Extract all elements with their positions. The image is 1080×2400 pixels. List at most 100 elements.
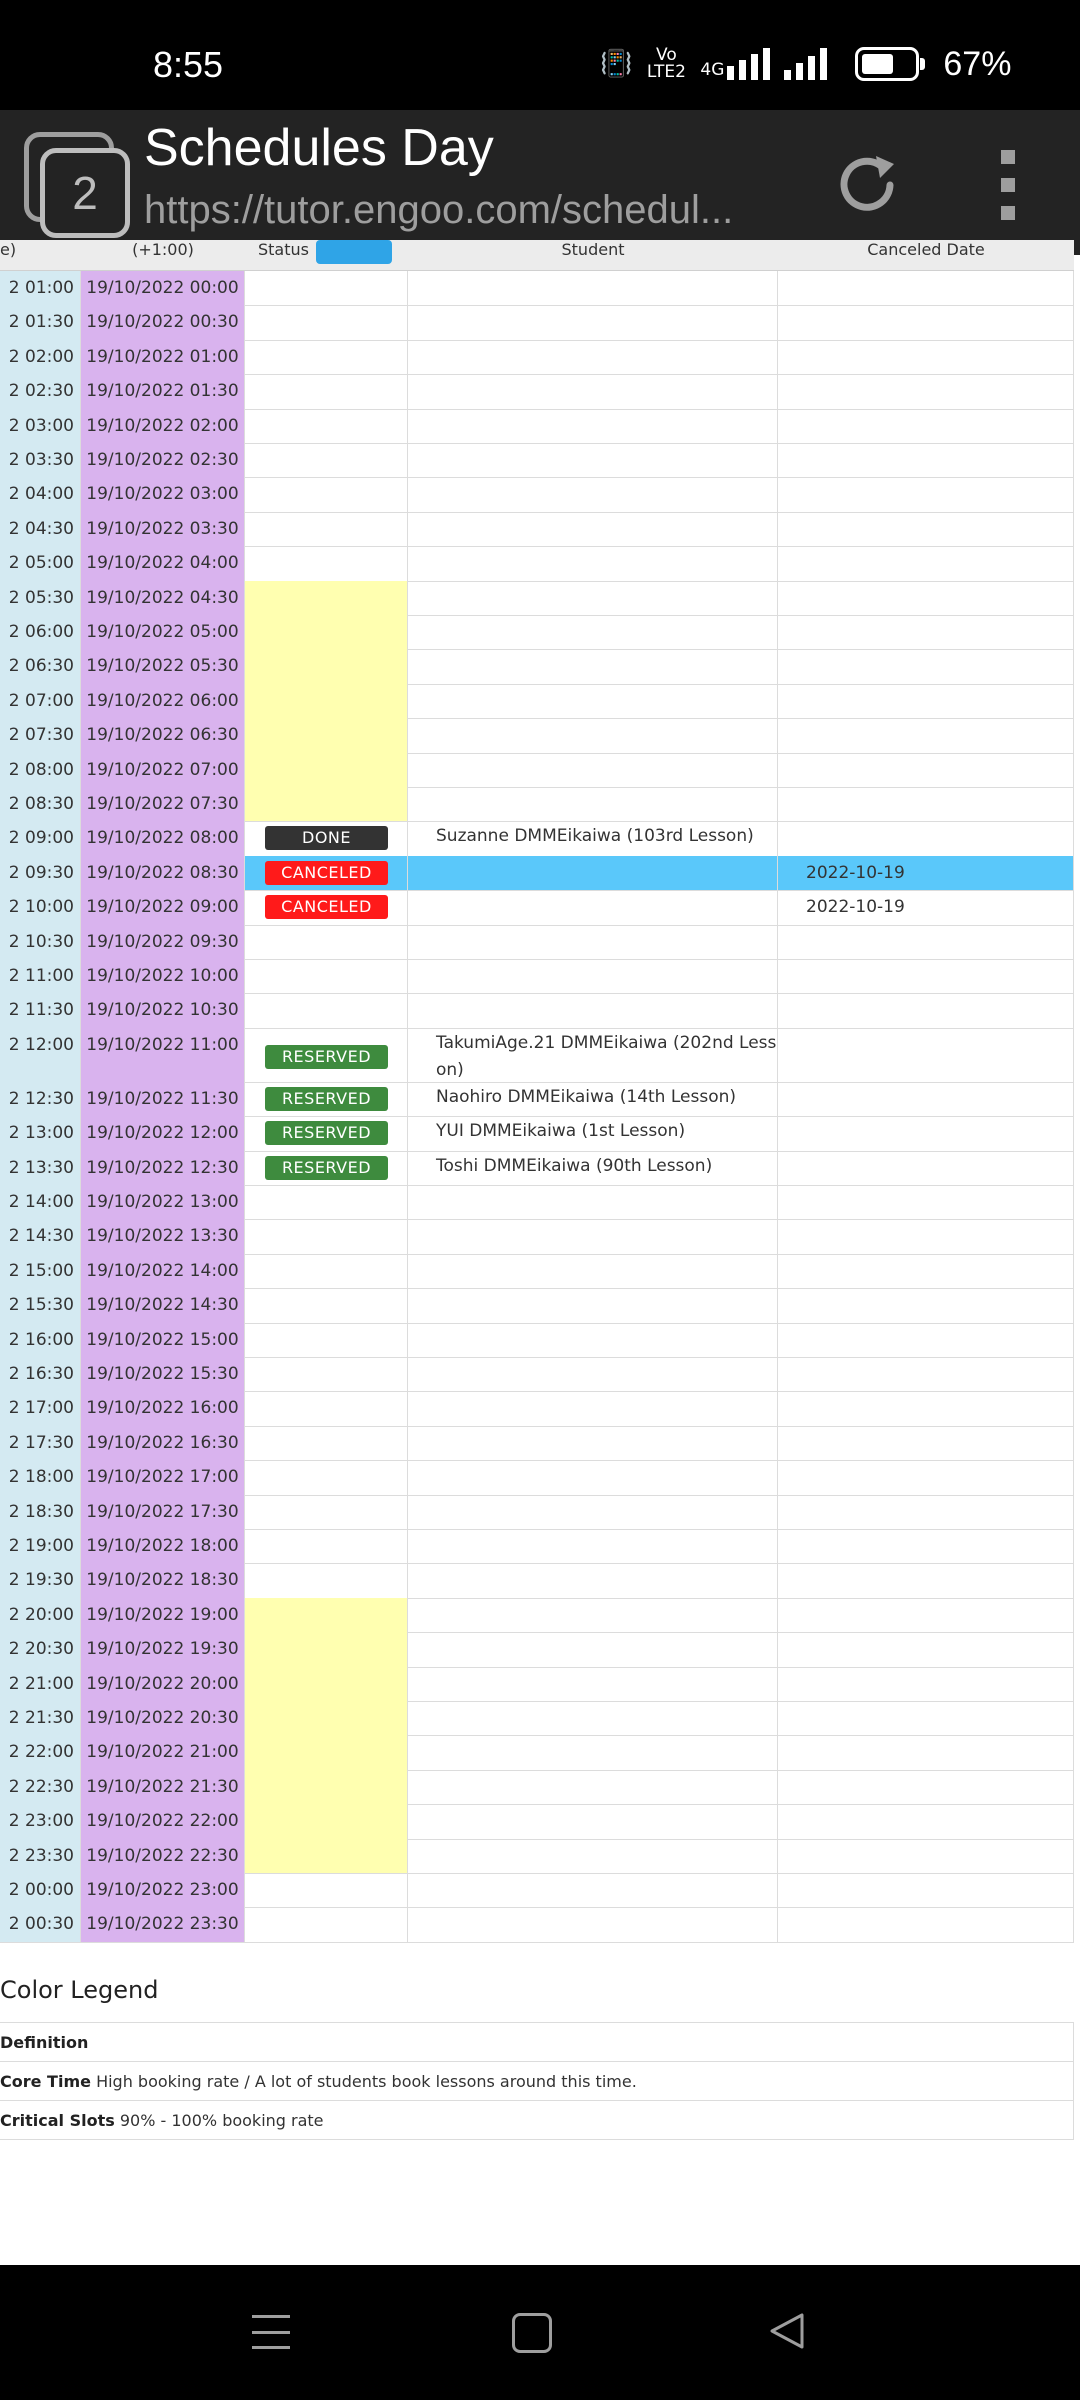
jst-time-cell-text: 19/10/2022 23:30 — [86, 1914, 239, 1935]
local-time-cell: 2 15:30 — [0, 1288, 81, 1323]
table-row[interactable]: 2 19:30 19/10/2022 18:30 — [0, 1563, 1074, 1599]
table-row[interactable]: 2 17:30 19/10/2022 16:30 — [0, 1425, 1074, 1462]
local-time-cell-text: 2 17:30 — [8, 1432, 74, 1453]
status-badge[interactable]: RESERVED — [265, 1155, 388, 1180]
local-time-cell: 2 22:30 — [0, 1769, 81, 1805]
url-bar[interactable]: https://tutor.engoo.com/schedul... — [144, 188, 784, 233]
canceled-date-cell-text — [806, 1028, 1073, 1036]
canceled-date-cell-text — [806, 1701, 1073, 1709]
status-badge[interactable]: RESERVED — [265, 1086, 388, 1111]
jst-time-cell: 19/10/2022 05:00 — [81, 615, 245, 650]
student-name[interactable]: YUI DMMEikaiwa (1st Lesson) — [436, 1116, 777, 1145]
table-row[interactable]: 2 20:00 19/10/2022 19:00 — [0, 1597, 1074, 1634]
table-row[interactable]: 2 14:30 19/10/2022 13:30 — [0, 1219, 1074, 1255]
table-row[interactable]: 2 21:30 19/10/2022 20:30 — [0, 1701, 1074, 1737]
table-row[interactable]: 2 00:00 19/10/2022 23:00 — [0, 1873, 1074, 1909]
table-row[interactable]: 2 07:00 19/10/2022 06:00 — [0, 683, 1074, 720]
table-row[interactable]: 2 08:00 19/10/2022 07:00 — [0, 752, 1074, 788]
table-row[interactable]: 2 18:30 19/10/2022 17:30 — [0, 1494, 1074, 1530]
back-icon[interactable] — [768, 2311, 808, 2351]
student-cell — [408, 1460, 778, 1495]
jst-time-cell-text: 19/10/2022 01:00 — [86, 346, 239, 367]
table-row[interactable]: 2 10:00 19/10/2022 09:00 CANCELED 2022-10-1… — [0, 890, 1074, 926]
jst-time-cell: 19/10/2022 07:00 — [81, 752, 245, 787]
local-time-cell: 2 21:30 — [0, 1701, 81, 1736]
table-row[interactable]: 2 09:30 19/10/2022 08:30 CANCELED 2022-10-1… — [0, 855, 1074, 892]
status-badge[interactable]: RESERVED — [265, 1121, 388, 1146]
table-row[interactable]: 2 07:30 19/10/2022 06:30 — [0, 718, 1074, 754]
table-row[interactable]: 2 16:00 19/10/2022 15:00 — [0, 1322, 1074, 1358]
table-row[interactable]: 2 22:30 19/10/2022 21:30 — [0, 1769, 1074, 1806]
table-row[interactable]: 2 17:00 19/10/2022 16:00 — [0, 1391, 1074, 1427]
table-row[interactable]: 2 06:00 19/10/2022 05:00 — [0, 615, 1074, 651]
student-name[interactable]: Suzanne DMMEikaiwa (103rd Lesson) — [436, 821, 777, 850]
table-row[interactable]: 2 00:30 19/10/2022 23:30 — [0, 1907, 1074, 1943]
table-row[interactable]: 2 05:00 19/10/2022 04:00 — [0, 546, 1074, 582]
student-name — [436, 890, 777, 892]
local-time-cell-text: 2 04:00 — [8, 484, 74, 505]
table-row[interactable]: 2 09:00 19/10/2022 08:00 DONE Suzanne DMMEi… — [0, 821, 1074, 857]
table-row[interactable]: 2 22:00 19/10/2022 21:00 — [0, 1735, 1074, 1771]
recent-apps-icon[interactable] — [252, 2315, 290, 2349]
table-row[interactable]: 2 18:00 19/10/2022 17:00 — [0, 1460, 1074, 1496]
table-row[interactable]: 2 20:30 19/10/2022 19:30 — [0, 1632, 1074, 1668]
student-name[interactable]: TakumiAge.21 DMMEikaiwa (202nd Lesson) — [436, 1028, 777, 1084]
table-row[interactable]: 2 05:30 19/10/2022 04:30 — [0, 580, 1074, 616]
table-row[interactable]: 2 23:30 19/10/2022 22:30 — [0, 1838, 1074, 1874]
overflow-menu-button[interactable] — [990, 150, 1026, 220]
table-row[interactable]: 2 03:00 19/10/2022 02:00 — [0, 408, 1074, 444]
reload-icon[interactable] — [832, 150, 902, 220]
table-row[interactable]: 2 08:30 19/10/2022 07:30 — [0, 787, 1074, 823]
canceled-date-cell-text — [806, 477, 1073, 485]
table-row[interactable]: 2 14:00 19/10/2022 13:00 — [0, 1185, 1074, 1221]
table-row[interactable]: 2 21:00 19/10/2022 20:00 — [0, 1666, 1074, 1702]
table-row[interactable]: 2 13:30 19/10/2022 12:30 RESERVED Toshi DMM… — [0, 1150, 1074, 1186]
table-row[interactable]: 2 23:00 19/10/2022 22:00 — [0, 1804, 1074, 1840]
table-row[interactable]: 2 13:00 19/10/2022 12:00 RESERVED YUI DMMEi… — [0, 1116, 1074, 1152]
student-name — [436, 443, 777, 445]
local-time-cell-text: 2 17:00 — [8, 1398, 74, 1419]
table-row[interactable]: 2 16:30 19/10/2022 15:30 — [0, 1357, 1074, 1393]
table-row[interactable]: 2 04:00 19/10/2022 03:00 — [0, 477, 1074, 513]
student-name[interactable]: Toshi DMMEikaiwa (90th Lesson) — [436, 1151, 777, 1180]
home-icon[interactable] — [512, 2313, 552, 2353]
tab-switcher-button[interactable]: 2 — [24, 132, 130, 238]
status-badge[interactable]: CANCELED — [265, 860, 388, 885]
jst-time-cell-text: 19/10/2022 20:00 — [86, 1673, 239, 1694]
canceled-date-cell-text — [806, 1426, 1073, 1434]
table-row[interactable]: 2 04:30 19/10/2022 03:30 — [0, 511, 1074, 548]
student-name — [436, 649, 777, 651]
status-badge[interactable]: CANCELED — [265, 895, 388, 920]
status-filter-button[interactable] — [316, 240, 392, 264]
page-title[interactable]: Schedules Day — [144, 118, 494, 178]
table-row[interactable]: 2 12:00 19/10/2022 11:00 RESERVED TakumiAge… — [0, 1027, 1074, 1084]
table-row[interactable]: 2 15:30 19/10/2022 14:30 — [0, 1288, 1074, 1324]
table-row[interactable]: 2 12:30 19/10/2022 11:30 RESERVED Naohiro D… — [0, 1081, 1074, 1118]
local-time-cell-text: 2 18:00 — [8, 1467, 74, 1488]
table-row[interactable]: 2 10:30 19/10/2022 09:30 — [0, 924, 1074, 960]
header-student: Student — [561, 240, 625, 259]
canceled-date-cell — [778, 1322, 1074, 1357]
status-cell: CANCELED — [245, 855, 408, 891]
student-cell — [408, 615, 778, 650]
student-cell — [408, 683, 778, 719]
table-row[interactable]: 2 11:00 19/10/2022 10:00 — [0, 959, 1074, 995]
table-row[interactable]: 2 03:30 19/10/2022 02:30 — [0, 443, 1074, 479]
status-cell — [245, 1838, 408, 1873]
table-row[interactable]: 2 01:00 19/10/2022 00:00 — [0, 271, 1074, 307]
jst-time-cell: 19/10/2022 11:30 — [81, 1081, 245, 1117]
student-name — [436, 1770, 777, 1772]
table-row[interactable]: 2 11:30 19/10/2022 10:30 — [0, 993, 1074, 1029]
student-name — [436, 959, 777, 961]
table-row[interactable]: 2 06:30 19/10/2022 05:30 — [0, 649, 1074, 685]
status-badge[interactable]: RESERVED — [265, 1044, 388, 1069]
status-badge[interactable]: DONE — [265, 826, 388, 851]
student-name[interactable]: Naohiro DMMEikaiwa (14th Lesson) — [436, 1082, 777, 1111]
table-row[interactable]: 2 02:00 19/10/2022 01:00 — [0, 339, 1074, 376]
local-time-cell: 2 10:00 — [0, 890, 81, 925]
table-row[interactable]: 2 19:00 19/10/2022 18:00 — [0, 1529, 1074, 1565]
table-row[interactable]: 2 01:30 19/10/2022 00:30 — [0, 305, 1074, 341]
table-row[interactable]: 2 02:30 19/10/2022 01:30 — [0, 374, 1074, 410]
student-name — [436, 1804, 777, 1806]
table-row[interactable]: 2 15:00 19/10/2022 14:00 — [0, 1253, 1074, 1290]
